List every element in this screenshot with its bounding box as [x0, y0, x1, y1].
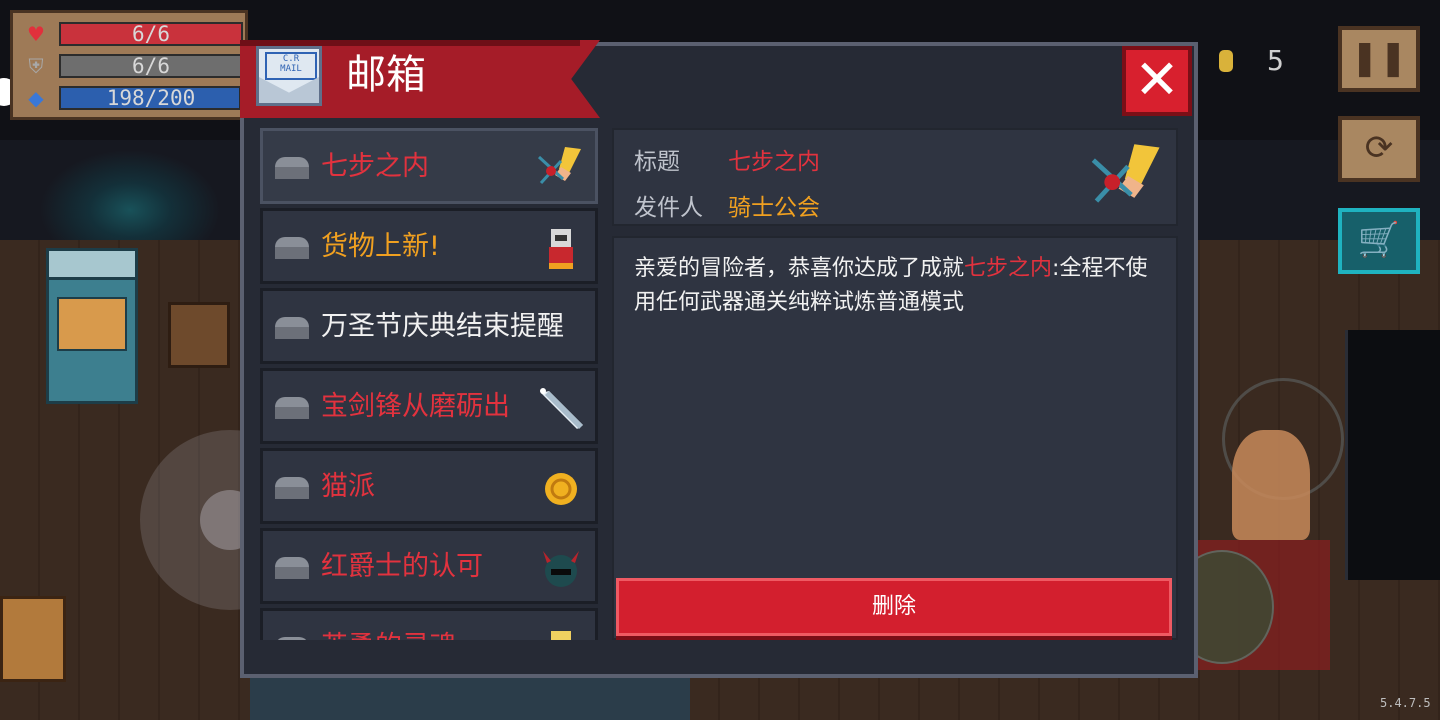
mail-list[interactable]: 七步之内 货物上新! 万圣节庆典结束提醒 宝剑锋从磨砺出 猫派 红爵士的认可 [260, 128, 598, 640]
version-label: 5.4.7.5 [1380, 696, 1431, 710]
mail-item-4[interactable]: 猫派 [260, 448, 598, 524]
title-value: 七步之内 [728, 149, 820, 175]
knight-helmet-icon [543, 551, 579, 587]
wooden-crate [168, 302, 230, 368]
energy-diamond-icon: ◆ [28, 86, 44, 110]
mail-item-1[interactable]: 货物上新! [260, 208, 598, 284]
energy-bar: 198/200 [59, 86, 243, 110]
envelope-icon [275, 477, 309, 499]
mail-item-6[interactable]: 英勇的灵魂 [260, 608, 598, 640]
health-row: ♥ 6/6 [19, 21, 243, 47]
sender-value: 骑士公会 [728, 195, 820, 221]
mail-detail-header: 标题 七步之内 发件人 骑士公会 [612, 128, 1178, 226]
mail-item-5[interactable]: 红爵士的认可 [260, 528, 598, 604]
mail-envelope-icon: C.R MAIL [256, 46, 322, 106]
mail-item-3[interactable]: 宝剑锋从磨砺出 [260, 368, 598, 444]
envelope-icon [275, 317, 309, 339]
coin-icon [1219, 50, 1233, 72]
envelope-icon [275, 557, 309, 579]
energy-row: ◆ 198/200 [19, 85, 243, 111]
heart-icon: ♥ [27, 22, 45, 46]
status-hud: ♥ 6/6 ⛨ 6/6 ◆ 198/200 [10, 10, 248, 120]
mail-title: 红爵士的认可 [321, 551, 483, 582]
mail-title: 宝剑锋从磨砺出 [321, 391, 510, 422]
envelope-icon [275, 637, 309, 640]
mail-title: 万圣节庆典结束提醒 [321, 311, 564, 342]
body-prefix: 亲爱的冒险者，恭喜你达成了成就 [634, 256, 965, 281]
mail-title: 七步之内 [321, 151, 429, 182]
body-highlight: 七步之内 [964, 256, 1053, 281]
mail-title: 货物上新! [321, 231, 440, 262]
delete-button[interactable]: 删除 [616, 578, 1172, 636]
bottom-props [250, 672, 690, 720]
mail-body-text: 亲爱的冒险者，恭喜你达成了成就七步之内:全程不使用任何武器通关纯粹试炼普通模式 [634, 252, 1154, 320]
gacha-machine [46, 248, 138, 404]
pet-dog [0, 596, 66, 682]
soul-icon [551, 631, 571, 640]
health-bar: 6/6 [59, 22, 243, 46]
sword-icon [540, 388, 583, 429]
mail-title: 英勇的灵魂 [321, 629, 456, 640]
armor-row: ⛨ 6/6 [19, 53, 243, 79]
close-button[interactable]: ✕ [1122, 46, 1192, 116]
title-label: 标题 [634, 149, 680, 175]
panel-title: 邮箱 [346, 52, 426, 98]
envelope-flap [259, 77, 319, 103]
right-wall [1345, 330, 1440, 580]
shield-icon: ⛨ [28, 54, 44, 78]
mail-item-2[interactable]: 万圣节庆典结束提醒 [260, 288, 598, 364]
sender-label: 发件人 [634, 195, 703, 221]
mail-title: 猫派 [321, 471, 375, 502]
envelope-icon [275, 157, 309, 179]
sword-hand-icon [1091, 144, 1160, 203]
coin-counter: 5 [1215, 44, 1305, 80]
mail-icon-label: C.R MAIL [265, 52, 317, 80]
armor-bar: 6/6 [59, 54, 243, 78]
gold-coin-icon [545, 473, 577, 505]
player-character [1232, 430, 1310, 540]
envelope-icon [275, 397, 309, 419]
sword-hand-icon [537, 147, 581, 185]
pause-button[interactable]: ❚❚ [1338, 26, 1420, 92]
envelope-icon [275, 237, 309, 259]
merchant-icon [549, 229, 573, 269]
mail-item-0[interactable]: 七步之内 [260, 128, 598, 204]
switch-character-button[interactable]: ⟳ [1338, 116, 1420, 182]
coin-count: 5 [1267, 44, 1284, 77]
shop-cart-button[interactable]: 🛒 [1338, 208, 1420, 274]
